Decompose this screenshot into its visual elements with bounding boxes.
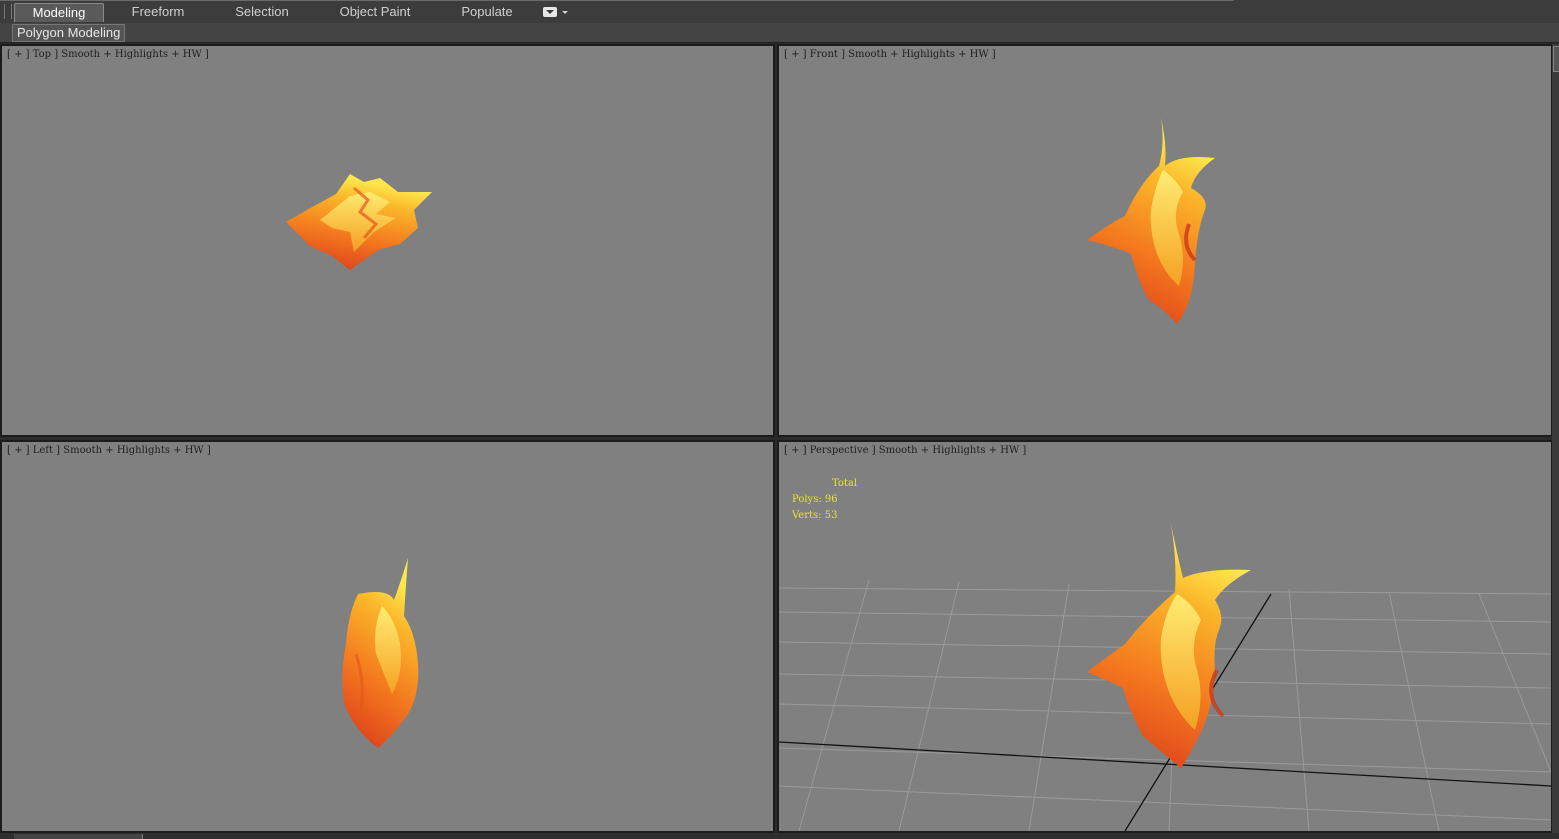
tab-freeform[interactable]: Freeform — [118, 3, 198, 21]
viewport-label-left[interactable]: [ + ] Left ] Smooth + Highlights + HW ] — [7, 445, 211, 456]
panel-polygon-modeling[interactable]: Polygon Modeling — [12, 24, 126, 42]
tab-object-paint[interactable]: Object Paint — [330, 3, 420, 21]
tab-selection[interactable]: Selection — [222, 3, 302, 21]
bottom-bar-segment[interactable] — [14, 834, 143, 839]
viewport-perspective[interactable]: [ + ] Perspective ] Smooth + Highlights … — [777, 440, 1553, 833]
flame-model-perspective[interactable] — [1085, 520, 1255, 770]
top-divider — [0, 0, 1234, 1]
scrollbar-thumb[interactable] — [1553, 46, 1559, 72]
viewport-front[interactable]: [ + ] Front ] Smooth + Highlights + HW ] — [777, 44, 1553, 437]
ribbon-options-icon[interactable] — [543, 6, 569, 19]
tab-populate[interactable]: Populate — [450, 3, 524, 21]
bottom-status-bar — [0, 833, 1559, 839]
ribbon-tab-bar: Modeling Freeform Selection Object Paint… — [0, 0, 1559, 24]
viewport-label-front[interactable]: [ + ] Front ] Smooth + Highlights + HW ] — [784, 49, 996, 60]
ribbon-grip-handle[interactable] — [4, 4, 12, 19]
tab-modeling[interactable]: Modeling — [14, 3, 104, 22]
flame-model-top[interactable] — [280, 166, 440, 276]
right-scrollbar[interactable] — [1552, 44, 1559, 834]
flame-model-left[interactable] — [336, 554, 426, 750]
ribbon-panel-bar: Polygon Modeling — [0, 23, 1559, 43]
viewport-left[interactable]: [ + ] Left ] Smooth + Highlights + HW ] — [0, 440, 775, 833]
viewport-top[interactable]: [ + ] Top ] Smooth + Highlights + HW ] — [0, 44, 775, 437]
viewport-label-top[interactable]: [ + ] Top ] Smooth + Highlights + HW ] — [7, 49, 209, 60]
flame-model-front[interactable] — [1079, 114, 1229, 329]
